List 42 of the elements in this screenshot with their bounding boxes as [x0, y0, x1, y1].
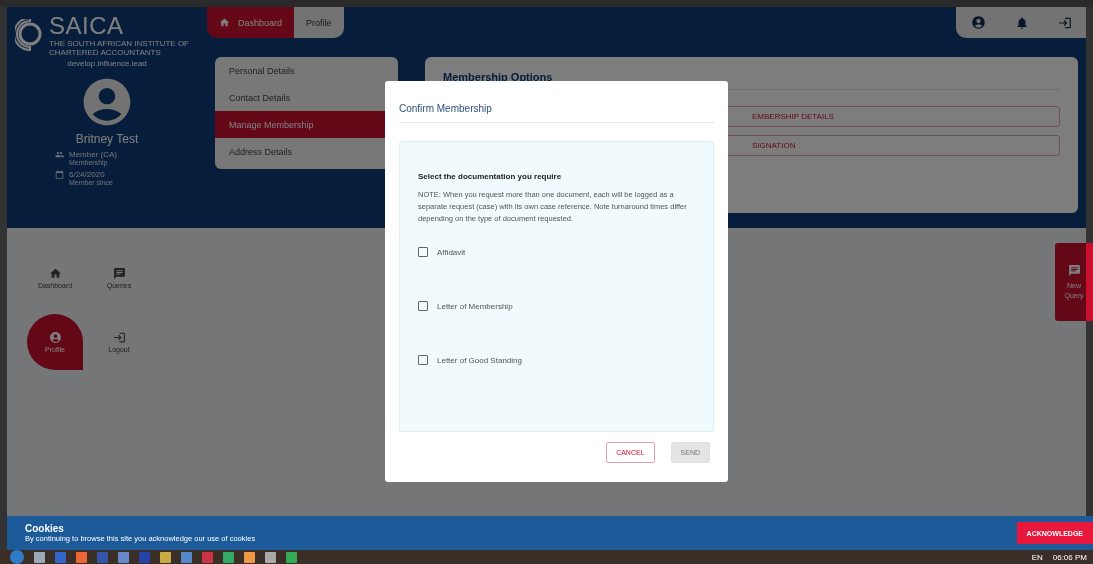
- logo-motto: develop.influence.lead: [67, 59, 147, 68]
- calendar-icon: [55, 170, 64, 179]
- language-indicator[interactable]: EN: [1031, 552, 1043, 562]
- account-icon[interactable]: [970, 15, 986, 30]
- dialog-title: Confirm Membership: [399, 81, 714, 123]
- app-icon[interactable]: [181, 551, 192, 563]
- app-icon[interactable]: [286, 551, 297, 563]
- app-icon[interactable]: [76, 551, 87, 563]
- checkbox[interactable]: [418, 301, 428, 311]
- people-icon: [55, 150, 64, 159]
- user-name: Britney Test: [75, 132, 139, 146]
- checkbox[interactable]: [418, 247, 428, 257]
- cookie-title: Cookies: [25, 523, 65, 534]
- nav-tab[interactable]: Dashboard: [207, 7, 295, 38]
- detail-value: Member (CA): [69, 150, 117, 159]
- clock[interactable]: 06:06 PM: [1052, 552, 1087, 562]
- app-icon[interactable]: [244, 551, 255, 563]
- logout-icon[interactable]: [1057, 15, 1072, 30]
- app-icon[interactable]: [34, 551, 45, 563]
- checkbox-label[interactable]: Affidavit: [437, 247, 466, 257]
- checkbox-label[interactable]: Letter of Good Standing: [437, 355, 522, 365]
- checkbox-label[interactable]: Letter of Membership: [437, 301, 513, 311]
- detail-value: 6/24/2020: [69, 170, 106, 179]
- chat-icon: [112, 267, 126, 280]
- app-icon[interactable]: [118, 551, 129, 563]
- app-icon[interactable]: [223, 551, 234, 563]
- exit-icon: [112, 331, 126, 344]
- panel-heading: Select the documentation you require: [418, 172, 563, 181]
- nav-tab[interactable]: Profile: [294, 7, 344, 38]
- checkbox[interactable]: [418, 355, 428, 365]
- app-icon[interactable]: [160, 551, 171, 563]
- app-icon[interactable]: [265, 551, 276, 563]
- app-icon[interactable]: [202, 551, 213, 563]
- menu-item[interactable]: Personal Details: [215, 57, 398, 84]
- app-icon[interactable]: [55, 551, 66, 563]
- user-icon: [48, 331, 62, 344]
- chat-icon: [1067, 263, 1081, 277]
- home-icon: [48, 267, 62, 280]
- logo-text: SAICA: [49, 13, 125, 39]
- home-icon: [219, 17, 230, 28]
- bell-icon[interactable]: [1014, 15, 1029, 30]
- start-icon[interactable]: [10, 550, 24, 564]
